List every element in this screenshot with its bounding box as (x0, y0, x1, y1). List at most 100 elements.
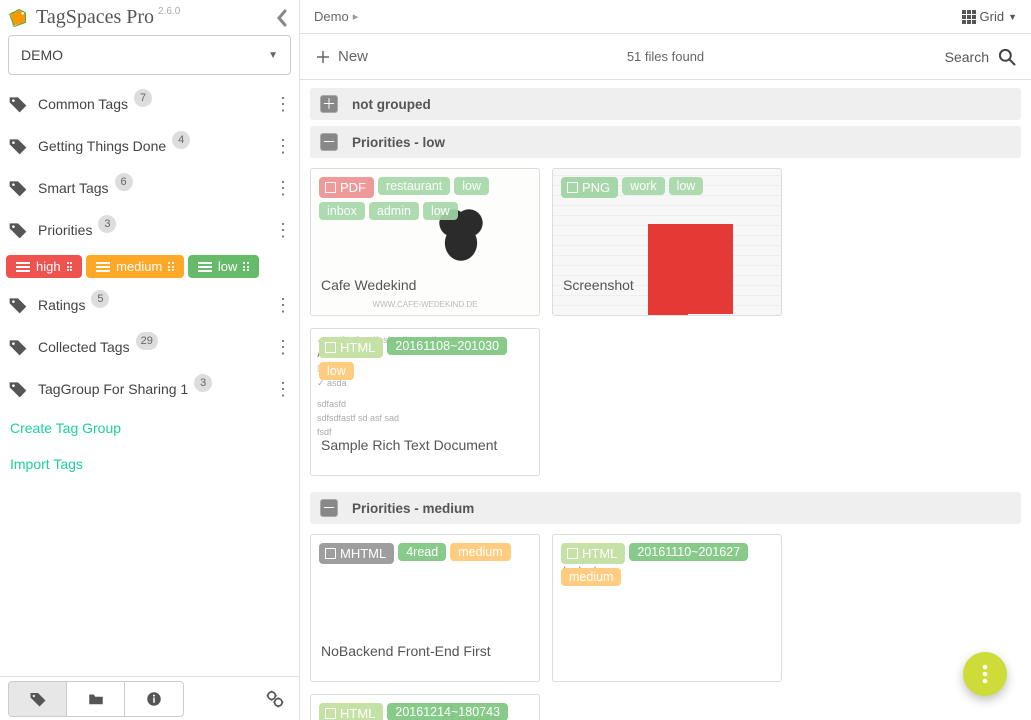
checkbox-icon (325, 342, 336, 353)
list-icon (96, 262, 110, 272)
badge-row: PNGworklow (561, 177, 703, 198)
tag-group-more-button[interactable]: ⋮ (271, 295, 295, 316)
file-card[interactable]: PNGworklowScreenshot (552, 168, 782, 316)
tag-group-more-button[interactable]: ⋮ (271, 379, 295, 400)
badge-row: HTML20161214~180743medium (319, 703, 529, 720)
card-row: WWW.CAFE-WEDEKIND.DEPDFrestaurantlowinbo… (310, 164, 1021, 486)
tag-group-more-button[interactable]: ⋮ (271, 178, 295, 199)
checkbox-icon (567, 548, 578, 559)
group-header[interactable]: －Priorities - low (310, 126, 1021, 158)
group-toggle-icon: － (320, 133, 338, 151)
search-button[interactable]: Search (945, 47, 1017, 67)
import-tags-link[interactable]: Import Tags (0, 446, 299, 482)
tag-group-more-button[interactable]: ⋮ (271, 94, 295, 115)
list-icon (198, 262, 212, 272)
file-card[interactable]: MHTML 4readmedium NoBackend Front-End Firs… (310, 534, 540, 682)
sidebar-collapse-button[interactable] (275, 8, 289, 28)
file-tag-chip[interactable]: 20161110~201627 (629, 543, 748, 561)
view-mode-label: Grid (980, 9, 1005, 24)
plus-icon (314, 48, 332, 66)
file-tag-chip[interactable]: low (669, 177, 704, 195)
tag-group-count: 29 (136, 332, 158, 350)
extension-label: MHTML (340, 546, 386, 561)
tag-group-more-button[interactable]: ⋮ (271, 337, 295, 358)
file-tag-chip[interactable]: low (454, 177, 489, 195)
tag-group-name: Getting Things Done (38, 138, 166, 154)
mode-tags-button[interactable] (9, 682, 67, 716)
file-tag-chip[interactable]: admin (369, 202, 419, 220)
app-brand: TagSpaces Pro (36, 6, 154, 29)
more-vertical-icon (982, 664, 988, 684)
tag-group-row[interactable]: Getting Things Done 4 ⋮ (0, 125, 299, 167)
file-tag-chip[interactable]: work (622, 177, 664, 195)
extension-badge: PNG (561, 177, 618, 198)
priority-tag-low[interactable]: low (188, 255, 259, 278)
tag-group-row[interactable]: Ratings5⋮ (0, 284, 299, 326)
priority-tag-medium[interactable]: medium (86, 255, 184, 278)
tag-icon (6, 92, 30, 116)
file-tag-chip[interactable]: medium (561, 568, 621, 586)
app-logo-icon (8, 7, 30, 29)
checkbox-icon (325, 182, 336, 193)
file-title: NoBackend Front-End First (321, 643, 529, 659)
breadcrumb-label: Demo (314, 9, 349, 24)
view-mode-selector[interactable]: Grid ▼ (962, 9, 1017, 24)
tag-group-more-button[interactable]: ⋮ (271, 220, 295, 241)
new-button[interactable]: New (314, 48, 368, 66)
file-card[interactable]: WWW.CAFE-WEDEKIND.DEPDFrestaurantlowinbo… (310, 168, 540, 316)
main-toolbar: New 51 files found Search (300, 34, 1031, 80)
extension-badge: HTML (319, 337, 383, 358)
main-content: ＋not grouped －Priorities - low WWW.CAFE-WE… (300, 80, 1031, 720)
file-tag-chip[interactable]: low (423, 202, 458, 220)
tag-group-count: 4 (172, 131, 190, 149)
tag-icon (6, 377, 30, 401)
settings-button[interactable] (259, 683, 291, 715)
tag-group-row[interactable]: Priorities3⋮ (0, 209, 299, 251)
group-header[interactable]: －Priorities - medium (310, 492, 1021, 524)
mode-folders-button[interactable] (67, 682, 125, 716)
create-tag-group-link[interactable]: Create Tag Group (0, 410, 299, 446)
group-header[interactable]: ＋not grouped (310, 88, 1021, 120)
tag-group-row[interactable]: Common Tags7⋮ (0, 83, 299, 125)
search-icon (997, 47, 1017, 67)
tag-group-more-button[interactable]: ⋮ (271, 136, 295, 157)
location-selector[interactable]: DEMO ▼ (8, 35, 291, 75)
chevron-right-icon: ▸ (353, 10, 359, 23)
thumb-footer: WWW.CAFE-WEDEKIND.DE (311, 300, 539, 309)
tag-group-count: 5 (91, 290, 109, 308)
priority-tag-label: low (218, 259, 238, 274)
file-tag-chip[interactable]: medium (450, 543, 510, 561)
file-tag-chip[interactable]: low (319, 362, 354, 380)
extension-badge: HTML (561, 543, 625, 564)
file-tag-chip[interactable]: 20161108~201030 (387, 337, 507, 355)
mode-info-button[interactable] (125, 682, 183, 716)
breadcrumb[interactable]: Demo ▸ (314, 9, 358, 24)
caret-down-icon: ▼ (1008, 12, 1017, 22)
group-toggle-icon: ＋ (320, 95, 338, 113)
sidebar-mode-toggle (8, 681, 184, 717)
file-card[interactable]: ✓ sadfa sf asdfasfsadfas sadfADSAD☐ sdfs… (310, 328, 540, 476)
sidebar-footer (0, 676, 299, 720)
tag-group-name: Smart Tags (38, 180, 109, 196)
priority-tag-high[interactable]: high (6, 255, 82, 278)
app-version: 2.6.0 (158, 6, 180, 17)
grid-icon (962, 10, 976, 24)
file-tag-chip[interactable]: 20161214~180743 (387, 703, 508, 720)
tag-icon (6, 218, 30, 242)
tag-icon (6, 335, 30, 359)
tag-group-row[interactable]: Smart Tags6⋮ (0, 167, 299, 209)
file-tag-chip[interactable]: inbox (319, 202, 365, 220)
floating-action-button[interactable] (963, 652, 1007, 696)
priority-tag-label: medium (116, 259, 162, 274)
file-tag-chip[interactable]: 4read (398, 543, 446, 561)
extension-label: HTML (340, 340, 375, 355)
tag-group-row[interactable]: Collected Tags29⋮ (0, 326, 299, 368)
tag-group-row[interactable]: TagGroup For Sharing 13⋮ (0, 368, 299, 410)
badge-row: HTML20161110~201627 medium (561, 543, 771, 586)
file-card[interactable]: tertertHTML20161110~201627medium (552, 534, 782, 682)
extension-badge: PDF (319, 177, 374, 198)
tag-group-name: Common Tags (38, 96, 128, 112)
search-label: Search (945, 49, 989, 65)
file-tag-chip[interactable]: restaurant (378, 177, 450, 195)
file-card[interactable]: fsdsdfdssfdsfdsfdsafsddsafHTML20161214~1… (310, 694, 540, 720)
